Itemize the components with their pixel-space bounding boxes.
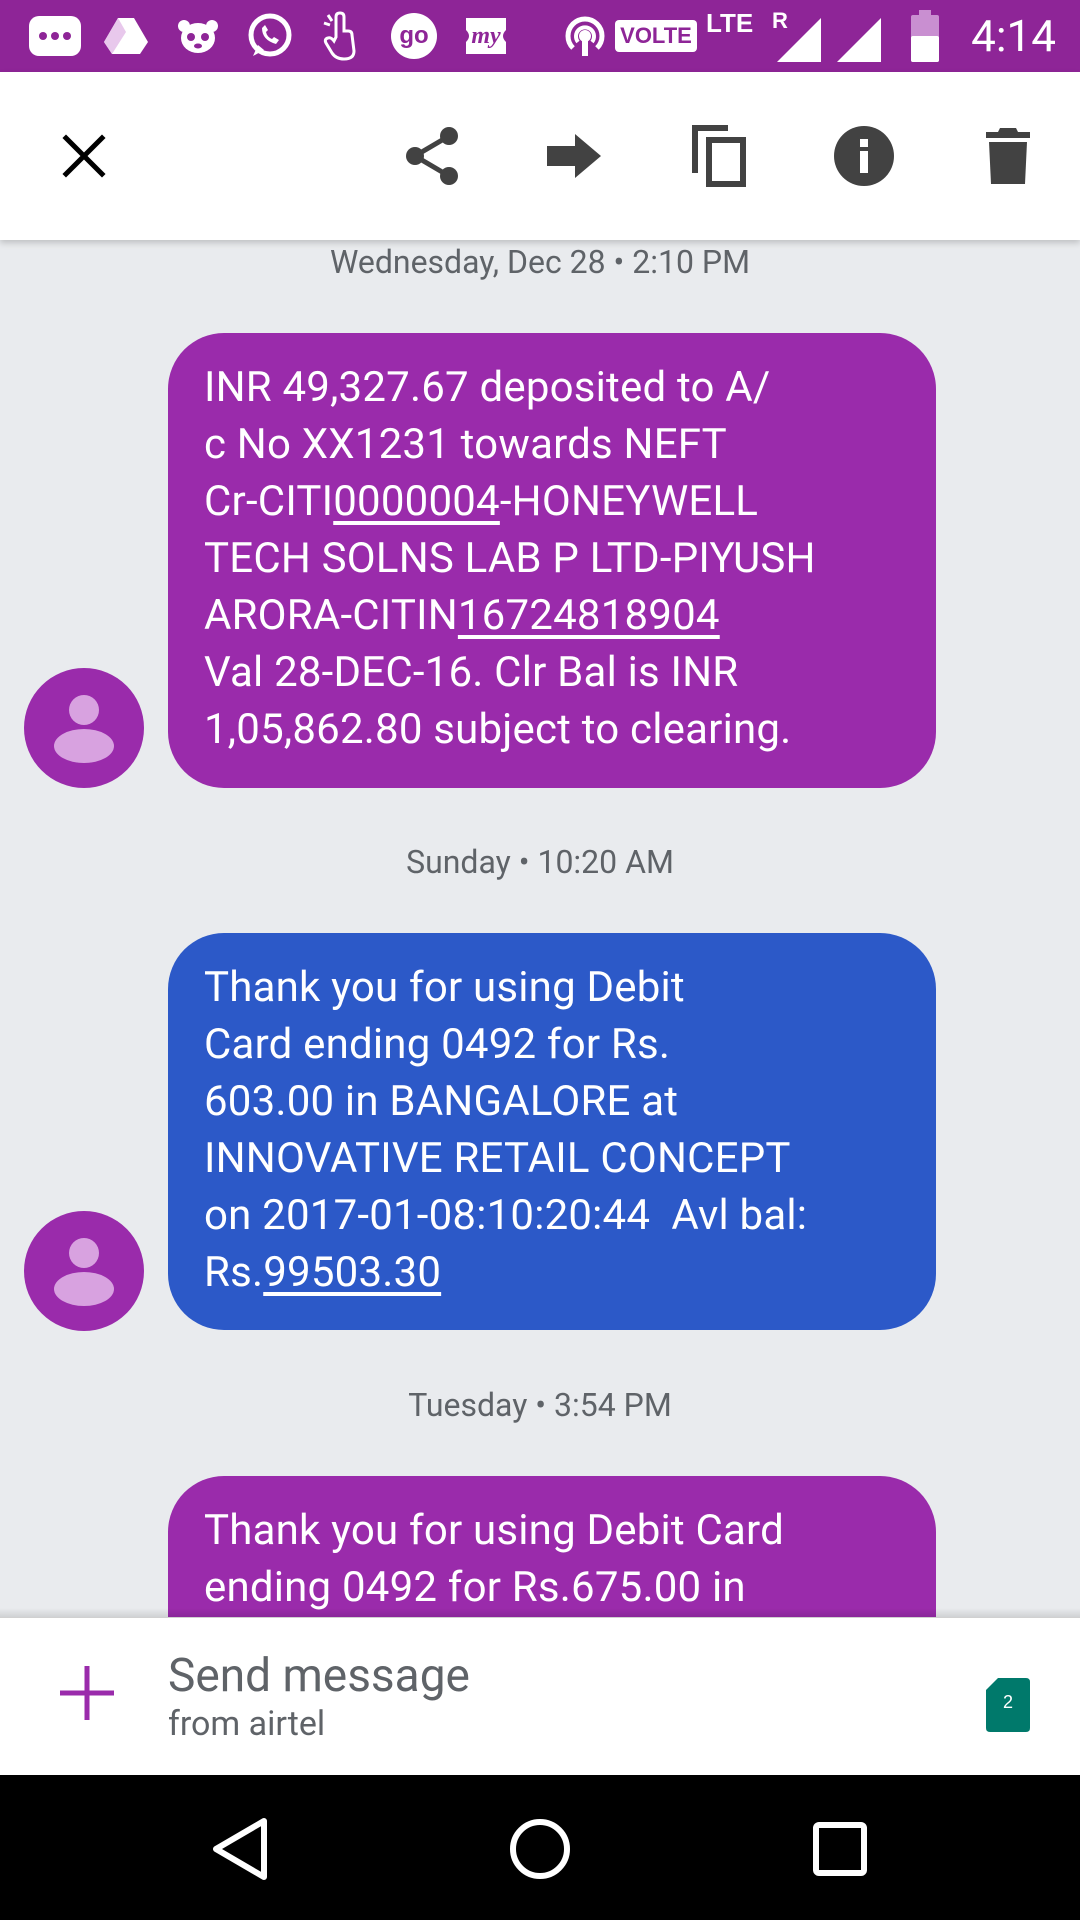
recents-button[interactable] bbox=[800, 1809, 880, 1889]
goibibo-label: go bbox=[399, 22, 429, 49]
message-timestamp: Wednesday, Dec 28 • 2:10 PM bbox=[329, 243, 751, 281]
message-line: TECH SOLNS LAB P LTD-PIYUSH bbox=[204, 534, 816, 583]
number-link[interactable]: 99503.30 bbox=[263, 1248, 441, 1297]
goibibo-icon: go bbox=[388, 13, 440, 59]
bookmyshow-icon: my bbox=[460, 14, 512, 58]
message-line: 1,05,862.80 subject to clearing. bbox=[204, 705, 792, 754]
messages-notification-icon bbox=[28, 14, 82, 58]
bookmyshow-label: my bbox=[471, 23, 501, 49]
message-line: 603.00 in BANGALORE at bbox=[204, 1077, 679, 1126]
plus-icon bbox=[60, 1666, 114, 1720]
status-bar: go my VOLTE LTE R 4:14 bbox=[0, 0, 1080, 72]
message-input-placeholder: Send message bbox=[168, 1649, 470, 1703]
message-timestamp: Tuesday • 3:54 PM bbox=[408, 1386, 672, 1424]
copy-icon bbox=[692, 125, 746, 187]
battery-icon bbox=[910, 10, 940, 62]
info-button[interactable] bbox=[830, 122, 898, 190]
message-line: ARORA-CITIN16724818904 bbox=[204, 591, 720, 640]
message-bubble[interactable]: INR 49,327.67 deposited to A/ c No XX123… bbox=[168, 333, 936, 788]
share-button[interactable] bbox=[398, 122, 466, 190]
message-timestamp: Sunday • 10:20 AM bbox=[406, 843, 674, 881]
home-button[interactable] bbox=[500, 1809, 580, 1889]
drive-icon bbox=[102, 14, 150, 58]
message-line: Card ending 0492 for Rs. bbox=[204, 1020, 671, 1069]
message-line: Rs.99503.30 bbox=[204, 1248, 442, 1297]
close-button[interactable] bbox=[50, 122, 118, 190]
signal-icon-1 bbox=[776, 18, 822, 62]
message-line: INR 49,327.67 deposited to A/ bbox=[204, 363, 771, 412]
contact-avatar[interactable] bbox=[24, 1211, 144, 1331]
recents-icon bbox=[813, 1822, 867, 1876]
sim-selector-button[interactable]: 2 bbox=[986, 1678, 1030, 1732]
message-line: Val 28-DEC-16. Clr Bal is INR bbox=[204, 648, 739, 697]
copy-button[interactable] bbox=[686, 122, 754, 190]
status-time: 4:14 bbox=[971, 10, 1056, 62]
home-icon bbox=[510, 1819, 570, 1879]
message-bubble[interactable]: Thank you for using Debit Card ending 04… bbox=[168, 933, 936, 1330]
hotspot-icon bbox=[560, 14, 610, 58]
forward-icon bbox=[547, 134, 601, 178]
person-icon bbox=[54, 695, 114, 763]
number-link[interactable]: 0000004 bbox=[333, 477, 500, 526]
message-line: on 2017-01-08:10:20:44 Avl bal: bbox=[204, 1191, 808, 1240]
forward-button[interactable] bbox=[540, 122, 608, 190]
person-icon bbox=[54, 1238, 114, 1306]
message-line: Thank you for using Debit bbox=[204, 963, 685, 1012]
whatsapp-icon bbox=[244, 13, 296, 58]
message-line: INNOVATIVE RETAIL CONCEPT bbox=[204, 1134, 791, 1183]
delete-button[interactable] bbox=[974, 122, 1042, 190]
back-icon bbox=[213, 1818, 267, 1880]
lte-label: LTE bbox=[706, 8, 754, 38]
compose-bar: Send message from airtel 2 bbox=[0, 1617, 1080, 1776]
action-bar bbox=[0, 72, 1080, 240]
message-line: c No XX1231 towards NEFT bbox=[204, 420, 727, 469]
back-button[interactable] bbox=[200, 1809, 280, 1889]
contact-avatar[interactable] bbox=[24, 668, 144, 788]
info-icon bbox=[834, 126, 894, 186]
attach-button[interactable] bbox=[56, 1662, 118, 1724]
volte-badge: VOLTE bbox=[615, 14, 697, 58]
hand-icon bbox=[320, 11, 364, 61]
navigation-bar bbox=[0, 1775, 1080, 1920]
share-icon bbox=[406, 127, 458, 185]
sim-carrier-label: from airtel bbox=[168, 1704, 326, 1744]
delete-icon bbox=[986, 128, 1030, 184]
phone-link[interactable]: 16724818904 bbox=[458, 591, 720, 640]
foodpanda-icon bbox=[174, 14, 222, 58]
signal-icon-2 bbox=[836, 18, 882, 62]
message-line: Thank you for using Debit Card bbox=[204, 1506, 784, 1555]
message-input[interactable]: Send message from airtel bbox=[168, 1648, 928, 1748]
close-icon bbox=[62, 134, 106, 178]
message-line: Cr-CITI0000004-HONEYWELL bbox=[204, 477, 759, 526]
sim-number: 2 bbox=[1002, 1692, 1013, 1712]
lte-indicator: LTE bbox=[706, 8, 762, 52]
volte-label: VOLTE bbox=[620, 23, 692, 48]
